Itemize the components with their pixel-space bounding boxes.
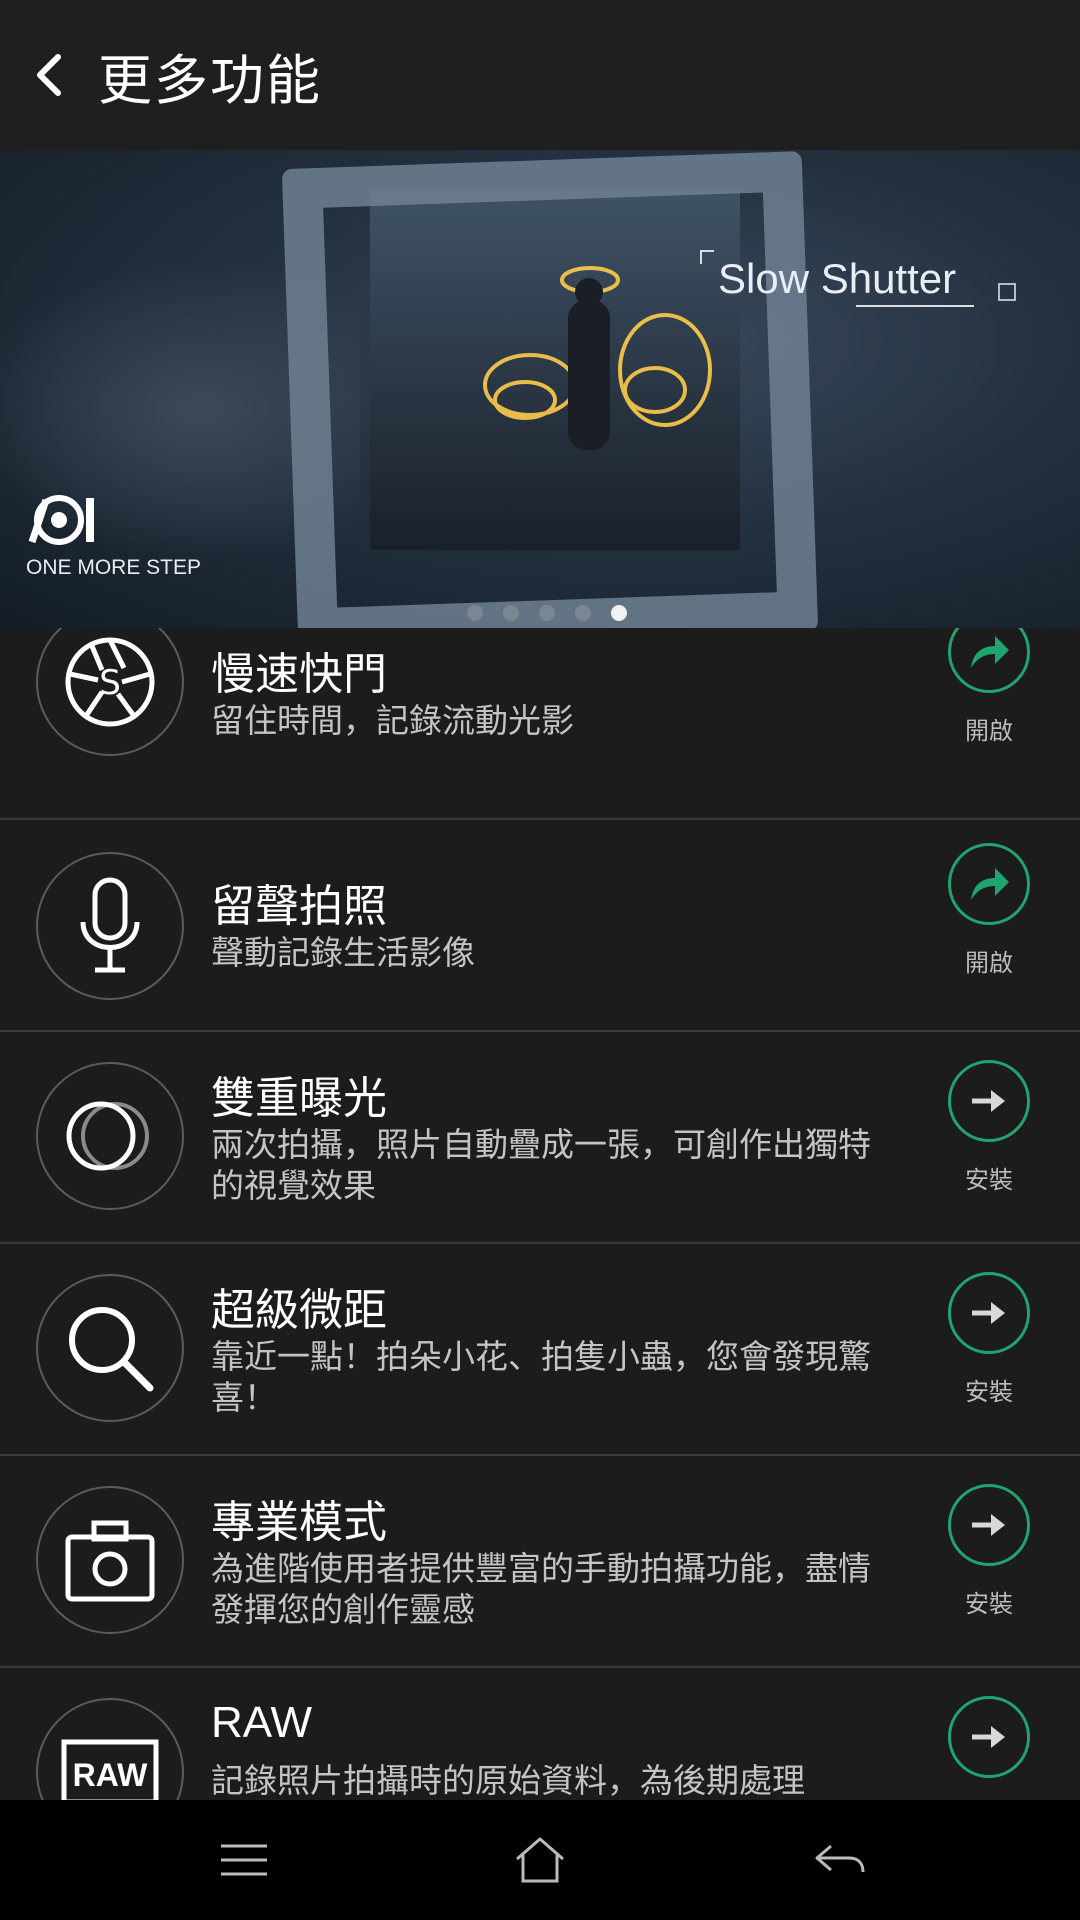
back-nav-button[interactable]: [810, 1830, 870, 1890]
share-arrow-icon: [971, 636, 1009, 668]
double-exposure-icon: [36, 1062, 184, 1210]
item-title: 慢速快門: [211, 649, 387, 700]
arrow-right-icon: [972, 1302, 1005, 1324]
item-description: 留住時間，記錄流動光影: [211, 701, 574, 740]
list-item-double-exposure[interactable]: 雙重曝光 兩次拍攝，照片自動疊成一張，可創作出獨特的視覺效果 安裝: [0, 1032, 1080, 1244]
action-label: 開啟: [965, 949, 1013, 977]
list-item-voice-photo[interactable]: 留聲拍照 聲動記錄生活影像 開啟: [0, 820, 1080, 1032]
action-label: 安裝: [965, 1590, 1013, 1618]
open-button[interactable]: [948, 843, 1030, 925]
home-button[interactable]: [510, 1830, 570, 1890]
feature-banner[interactable]: Slow Shutter ONE MORE STEP: [0, 150, 1080, 628]
banner-title-underline: [856, 305, 974, 307]
action-label: 開啟: [965, 717, 1013, 745]
feature-list[interactable]: S 慢速快門 留住時間，記錄流動光影 開啟 留聲拍照 聲動記錄生活影像 開啟 雙…: [0, 628, 1080, 1800]
item-title: 專業模式: [211, 1497, 387, 1548]
open-button[interactable]: [948, 628, 1030, 693]
list-item-raw[interactable]: RAW RAW 記錄照片拍攝時的原始資料，為後期處理 安裝: [0, 1668, 1080, 1800]
arrow-right-icon: [972, 1514, 1005, 1536]
banner-title-box: [998, 283, 1016, 301]
install-button[interactable]: [948, 1060, 1030, 1142]
page-title: 更多功能: [98, 48, 322, 112]
item-title: 超級微距: [211, 1285, 387, 1336]
install-button[interactable]: [948, 1484, 1030, 1566]
banner-light-painting: [483, 266, 712, 450]
item-description: 記錄照片拍攝時的原始資料，為後期處理: [211, 1761, 805, 1800]
list-item-slow-shutter[interactable]: S 慢速快門 留住時間，記錄流動光影 開啟: [0, 628, 1080, 820]
microphone-icon: [36, 852, 184, 1000]
magnifier-icon: [36, 1274, 184, 1422]
item-description: 為進階使用者提供豐富的手動拍攝功能，盡情發揮您的創作靈感: [211, 1549, 871, 1629]
back-button[interactable]: [2, 0, 98, 150]
camera-icon: [36, 1486, 184, 1634]
item-description: 靠近一點！拍朵小花、拍隻小蟲，您會發現驚喜！: [211, 1337, 871, 1417]
back-icon: [815, 1844, 865, 1873]
app-header: 更多功能: [0, 0, 1080, 150]
chevron-left-icon: [37, 54, 61, 96]
banner-pagination: [0, 605, 1080, 621]
install-button[interactable]: [948, 1272, 1030, 1354]
menu-icon: [221, 1844, 267, 1876]
pagination-dot-active[interactable]: [611, 605, 627, 621]
system-nav-bar: [0, 1800, 1080, 1920]
action-label: 安裝: [965, 1166, 1013, 1194]
item-title: 雙重曝光: [211, 1073, 387, 1124]
share-arrow-icon: [971, 868, 1009, 900]
list-item-super-macro[interactable]: 超級微距 靠近一點！拍朵小花、拍隻小蟲，您會發現驚喜！ 安裝: [0, 1244, 1080, 1456]
pure-image-logo: [24, 490, 114, 558]
list-item-pro-mode[interactable]: 專業模式 為進階使用者提供豐富的手動拍攝功能，盡情發揮您的創作靈感 安裝: [0, 1456, 1080, 1668]
banner-title: Slow Shutter: [718, 255, 957, 302]
arrow-right-icon: [972, 1090, 1005, 1112]
item-title: 留聲拍照: [211, 881, 387, 932]
item-title: RAW: [211, 1698, 313, 1747]
action-label: 安裝: [965, 1378, 1013, 1406]
menu-button[interactable]: [214, 1830, 274, 1890]
slow-shutter-icon: S: [36, 628, 184, 756]
raw-icon: RAW: [36, 1698, 184, 1800]
install-button[interactable]: [948, 1696, 1030, 1778]
svg-text:S: S: [99, 663, 121, 703]
banner-slogan: ONE MORE STEP: [26, 556, 202, 579]
svg-text:RAW: RAW: [73, 1757, 148, 1793]
arrow-right-icon: [972, 1726, 1005, 1748]
pagination-dot[interactable]: [503, 605, 519, 621]
pagination-dot[interactable]: [575, 605, 591, 621]
item-description: 兩次拍攝，照片自動疊成一張，可創作出獨特的視覺效果: [211, 1125, 871, 1205]
home-icon: [516, 1837, 564, 1883]
banner-title-bracket: [700, 250, 714, 264]
pagination-dot[interactable]: [539, 605, 555, 621]
pagination-dot[interactable]: [467, 605, 483, 621]
item-description: 聲動記錄生活影像: [211, 933, 475, 972]
